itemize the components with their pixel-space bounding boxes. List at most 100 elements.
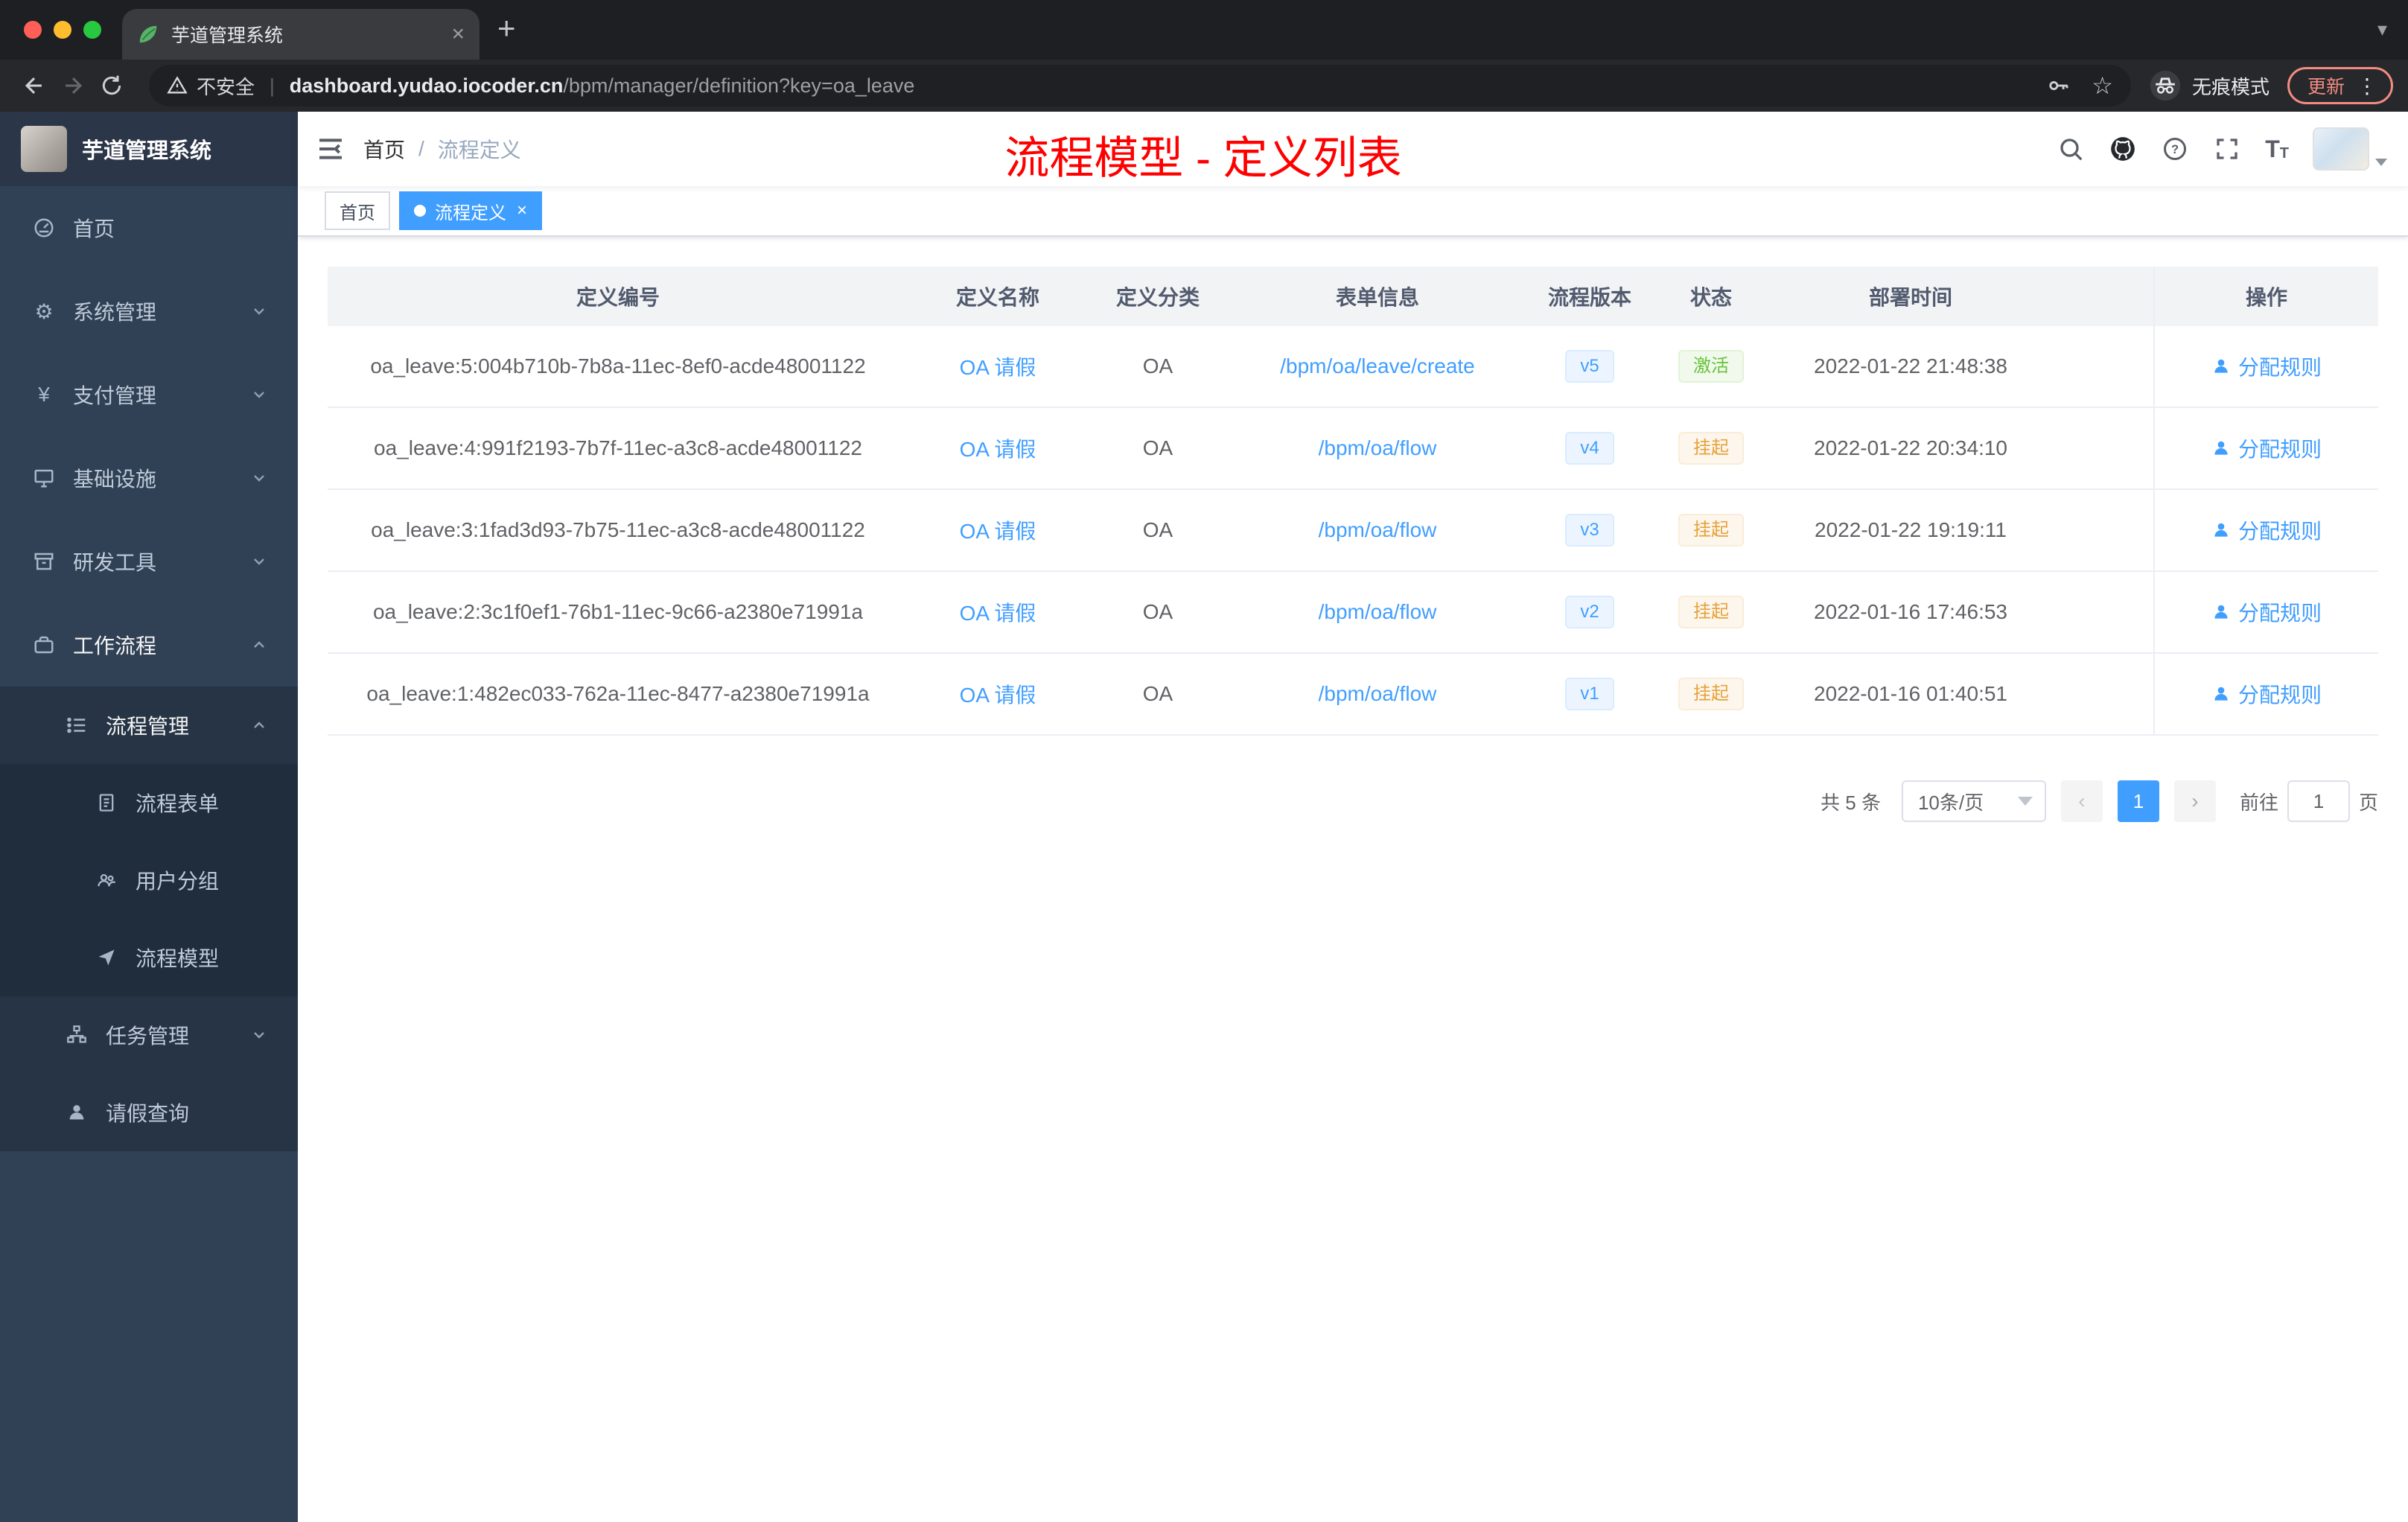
- table-row: oa_leave:3:1fad3d93-7b75-11ec-a3c8-acde4…: [328, 490, 2378, 572]
- sidebar-item-task-management[interactable]: 任务管理: [0, 996, 298, 1074]
- sidebar-item-home[interactable]: 首页: [0, 186, 298, 270]
- tab-search-chevron-icon[interactable]: ▾: [2377, 18, 2387, 41]
- cell-definition-id: oa_leave:2:3c1f0ef1-76b1-11ec-9c66-a2380…: [372, 600, 863, 623]
- breadcrumb-home-link[interactable]: 首页: [363, 134, 405, 164]
- back-icon[interactable]: [15, 66, 54, 105]
- assign-rule-link[interactable]: 分配规则: [2211, 679, 2322, 709]
- sidebar-item-payment[interactable]: ¥ 支付管理: [0, 353, 298, 436]
- tag-close-icon[interactable]: ×: [517, 202, 527, 220]
- screen: 芋道管理系统 × + ▾ 不安全 | dashboard.yudao.iocod…: [0, 0, 2408, 1522]
- chevron-down-icon: [250, 553, 268, 570]
- window-close-button[interactable]: [24, 21, 42, 39]
- sidebar-item-process-form[interactable]: 流程表单: [0, 764, 298, 841]
- definition-name-link[interactable]: OA 请假: [960, 679, 1036, 709]
- search-icon[interactable]: [2057, 135, 2085, 163]
- assign-rule-link[interactable]: 分配规则: [2211, 597, 2322, 627]
- fullscreen-icon[interactable]: [2213, 135, 2241, 163]
- sidebar-toggle-icon[interactable]: [298, 112, 363, 186]
- chevron-up-icon: [250, 716, 268, 734]
- version-tag: v4: [1565, 432, 1614, 465]
- app-title: 芋道管理系统: [82, 139, 212, 163]
- sidebar-item-leave-query[interactable]: 请假查询: [0, 1074, 298, 1151]
- header-definition-name: 定义名称: [955, 286, 1039, 309]
- goto-page-input[interactable]: [2287, 780, 2350, 822]
- user-icon: [2214, 359, 2228, 373]
- version-tag: v2: [1565, 596, 1614, 628]
- definition-name-link[interactable]: OA 请假: [960, 351, 1036, 381]
- bookmark-star-icon[interactable]: ☆: [2092, 71, 2113, 100]
- sidebar-item-infrastructure[interactable]: 基础设施: [0, 436, 298, 520]
- table-row: oa_leave:4:991f2193-7b7f-11ec-a3c8-acde4…: [328, 408, 2378, 490]
- status-tag: 激活: [1678, 350, 1744, 383]
- next-page-button[interactable]: ›: [2173, 780, 2216, 822]
- fixed-column-divider: [2153, 267, 2155, 736]
- cell-category: OA: [1142, 682, 1173, 705]
- new-tab-button[interactable]: +: [497, 13, 516, 47]
- sidebar-item-process-management[interactable]: 流程管理: [0, 687, 298, 764]
- sidebar-item-user-group[interactable]: 用户分组: [0, 841, 298, 919]
- cell-deploy-time: 2022-01-16 01:40:51: [1814, 682, 2007, 705]
- github-icon[interactable]: [2109, 135, 2137, 163]
- header-deploy-time: 部署时间: [1868, 286, 1952, 309]
- form-info-link[interactable]: /bpm/oa/flow: [1319, 436, 1437, 460]
- tag-process-definition[interactable]: 流程定义 ×: [399, 191, 543, 230]
- definition-name-link[interactable]: OA 请假: [960, 433, 1036, 463]
- cell-deploy-time: 2022-01-22 19:19:11: [1815, 518, 2007, 541]
- tag-home[interactable]: 首页: [325, 191, 390, 230]
- window-zoom-button[interactable]: [83, 21, 101, 39]
- definition-name-link[interactable]: OA 请假: [960, 515, 1036, 545]
- user-icon: [2214, 687, 2228, 701]
- forward-icon[interactable]: [54, 66, 92, 105]
- header-operation: 操作: [2245, 286, 2287, 309]
- table-row: oa_leave:1:482ec033-762a-11ec-8477-a2380…: [328, 654, 2378, 736]
- address-bar[interactable]: 不安全 | dashboard.yudao.iocoder.cn /bpm/ma…: [149, 65, 2131, 106]
- cell-deploy-time: 2022-01-22 20:34:10: [1814, 436, 2007, 459]
- table-row: oa_leave:5:004b710b-7b8a-11ec-8ef0-acde4…: [328, 326, 2378, 408]
- sidebar-item-process-model[interactable]: 流程模型: [0, 919, 298, 996]
- list-icon: [66, 714, 88, 736]
- form-info-link[interactable]: /bpm/oa/leave/create: [1280, 354, 1475, 378]
- form-info-link[interactable]: /bpm/oa/flow: [1319, 682, 1437, 706]
- browser-toolbar: 不安全 | dashboard.yudao.iocoder.cn /bpm/ma…: [0, 60, 2408, 112]
- header-category: 定义分类: [1115, 286, 1200, 309]
- status-tag: 挂起: [1678, 678, 1744, 710]
- tab-strip: 芋道管理系统 × + ▾: [0, 0, 2408, 60]
- briefcase-icon: [33, 634, 55, 656]
- version-tag: v1: [1565, 678, 1614, 710]
- form-info-link[interactable]: /bpm/oa/flow: [1319, 518, 1437, 542]
- definition-table: 定义编号 定义名称 定义分类 表单信息 流程版本 状态 部署时间 操作 oa_l…: [328, 267, 2378, 736]
- form-info-link[interactable]: /bpm/oa/flow: [1319, 600, 1437, 624]
- definition-name-link[interactable]: OA 请假: [960, 597, 1036, 627]
- assign-rule-link[interactable]: 分配规则: [2211, 433, 2322, 463]
- browser-tab[interactable]: 芋道管理系统 ×: [122, 9, 480, 60]
- tab-title: 芋道管理系统: [171, 25, 284, 46]
- prev-page-button[interactable]: ‹: [2060, 780, 2103, 822]
- assign-rule-link[interactable]: 分配规则: [2211, 515, 2322, 545]
- sidebar-item-system[interactable]: ⚙ 系统管理: [0, 270, 298, 353]
- window-minimize-button[interactable]: [54, 21, 71, 39]
- chevron-down-icon: [250, 469, 268, 487]
- font-size-icon[interactable]: TT: [2265, 137, 2289, 161]
- browser-update-button[interactable]: 更新 ⋮: [2287, 67, 2393, 104]
- sidebar-item-dev-tools[interactable]: 研发工具: [0, 520, 298, 603]
- help-icon[interactable]: ?: [2161, 135, 2189, 163]
- avatar: [2313, 127, 2369, 171]
- browser-menu-icon[interactable]: ⋮: [2357, 74, 2377, 98]
- active-dot: [414, 205, 426, 217]
- user-avatar-dropdown[interactable]: [2313, 127, 2387, 171]
- not-secure-label: 不安全: [197, 75, 255, 98]
- password-key-icon[interactable]: [2045, 73, 2071, 98]
- sidebar-item-workflow[interactable]: 工作流程: [0, 603, 298, 687]
- page-number-1[interactable]: 1: [2117, 780, 2159, 822]
- version-tag: v3: [1565, 514, 1614, 547]
- tab-close-icon[interactable]: ×: [451, 23, 465, 45]
- reload-icon[interactable]: [92, 66, 131, 105]
- cell-definition-id: oa_leave:1:482ec033-762a-11ec-8477-a2380…: [366, 682, 870, 705]
- incognito-label: 无痕模式: [2191, 75, 2270, 98]
- page-size-select[interactable]: 10条/页: [1901, 780, 2046, 822]
- toolbox-icon: [33, 550, 55, 573]
- assign-rule-link[interactable]: 分配规则: [2211, 351, 2322, 381]
- browser-chrome: 芋道管理系统 × + ▾ 不安全 | dashboard.yudao.iocod…: [0, 0, 2408, 112]
- select-caret-icon: [2017, 797, 2033, 806]
- cell-category: OA: [1142, 436, 1173, 459]
